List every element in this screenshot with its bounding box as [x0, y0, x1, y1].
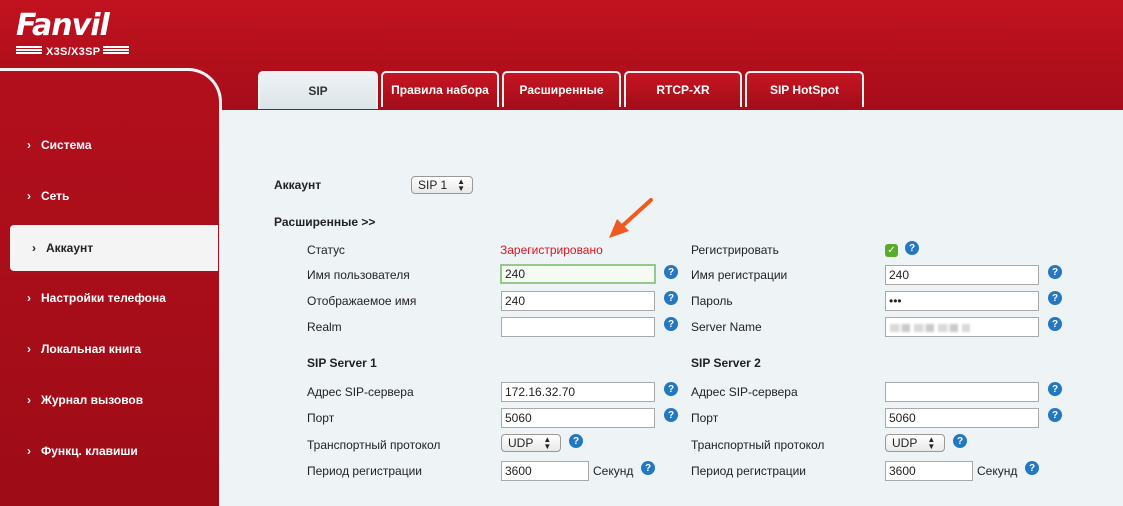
sidebar-item-call-log[interactable]: › Журнал вызовов: [27, 393, 143, 407]
chevron-right-icon: ›: [27, 342, 31, 356]
help-icon[interactable]: ?: [1048, 291, 1062, 305]
auth-name-label: Имя регистрации: [691, 268, 788, 282]
server2-address-input[interactable]: [885, 382, 1039, 402]
server2-period-unit: Секунд: [977, 464, 1018, 478]
tab-sip-hotspot[interactable]: SIP HotSpot: [745, 71, 864, 107]
server1-port-input[interactable]: [501, 408, 655, 428]
select-arrows-icon: ▲ ▼: [457, 177, 466, 193]
server1-period-unit: Секунд: [593, 464, 634, 478]
tab-dial-rules[interactable]: Правила набора: [381, 71, 499, 107]
sidebar-item-account[interactable]: › Аккаунт: [10, 225, 218, 271]
display-name-label: Отображаемое имя: [307, 294, 417, 308]
server1-transport-select[interactable]: UDP ▲ ▼: [501, 434, 561, 452]
display-name-input[interactable]: [501, 291, 655, 311]
main-content: Аккаунт SIP 1 ▲ ▼ Расширенные >> Статус З…: [222, 110, 1123, 506]
realm-label: Realm: [307, 320, 342, 334]
server-name-input[interactable]: [885, 317, 1039, 337]
help-icon[interactable]: ?: [1048, 265, 1062, 279]
sidebar-item-function-keys[interactable]: › Функц. клавиши: [27, 444, 138, 458]
register-checkbox[interactable]: ✓: [885, 244, 898, 257]
sidebar: › Система › Сеть › Аккаунт › Настройки т…: [0, 68, 222, 506]
help-icon[interactable]: ?: [953, 434, 967, 448]
sidebar-item-label: Журнал вызовов: [41, 393, 144, 407]
username-input[interactable]: [500, 264, 656, 284]
chevron-right-icon: ›: [27, 138, 31, 152]
transport-select-value: UDP: [508, 436, 534, 450]
blurred-value: [890, 324, 970, 332]
chevron-right-icon: ›: [27, 444, 31, 458]
sidebar-item-phonebook[interactable]: › Локальная книга: [27, 342, 141, 356]
chevron-right-icon: ›: [27, 393, 31, 407]
help-icon[interactable]: ?: [664, 291, 678, 305]
status-label: Статус: [307, 243, 345, 257]
help-icon[interactable]: ?: [664, 265, 678, 279]
help-icon[interactable]: ?: [641, 461, 655, 475]
tab-advanced[interactable]: Расширенные: [502, 71, 621, 107]
server1-address-label: Адрес SIP-сервера: [307, 385, 414, 399]
annotation-arrow-icon: [609, 198, 653, 238]
help-icon[interactable]: ?: [569, 434, 583, 448]
server-name-label: Server Name: [691, 320, 762, 334]
server1-period-input[interactable]: [501, 461, 589, 481]
brand-logo: Fanvil: [16, 8, 110, 43]
server1-address-input[interactable]: [501, 382, 655, 402]
sip-server-2-title: SIP Server 2: [691, 356, 761, 370]
server2-period-label: Период регистрации: [691, 464, 806, 478]
server2-transport-label: Транспортный протокол: [691, 438, 825, 452]
server2-port-input[interactable]: [885, 408, 1039, 428]
chevron-right-icon: ›: [32, 241, 36, 255]
account-select-value: SIP 1: [418, 178, 448, 192]
help-icon[interactable]: ?: [664, 382, 678, 396]
auth-name-input[interactable]: [885, 265, 1039, 285]
sidebar-item-phone-settings[interactable]: › Настройки телефона: [27, 291, 166, 305]
register-label: Регистрировать: [691, 243, 779, 257]
username-label: Имя пользователя: [307, 268, 410, 282]
sidebar-item-label: Функц. клавиши: [41, 444, 138, 458]
help-icon[interactable]: ?: [905, 241, 919, 255]
server2-address-label: Адрес SIP-сервера: [691, 385, 798, 399]
select-arrows-icon: ▲ ▼: [543, 435, 552, 451]
help-icon[interactable]: ?: [1025, 461, 1039, 475]
server1-transport-label: Транспортный протокол: [307, 438, 441, 452]
chevron-right-icon: ›: [27, 189, 31, 203]
server1-period-label: Период регистрации: [307, 464, 422, 478]
server1-port-label: Порт: [307, 411, 335, 425]
sip-server-1-title: SIP Server 1: [307, 356, 377, 370]
sidebar-item-system[interactable]: › Система: [27, 138, 92, 152]
realm-input[interactable]: [501, 317, 655, 337]
account-select[interactable]: SIP 1 ▲ ▼: [411, 176, 473, 194]
tab-bar: SIP Правила набора Расширенные RTCP-XR S…: [258, 71, 864, 109]
logo-stripe: [103, 46, 129, 55]
server2-period-input[interactable]: [885, 461, 973, 481]
logo-stripe: [16, 46, 42, 55]
help-icon[interactable]: ?: [664, 317, 678, 331]
sidebar-item-label: Аккаунт: [46, 241, 94, 255]
sidebar-item-label: Система: [41, 138, 92, 152]
sidebar-item-label: Настройки телефона: [41, 291, 166, 305]
sidebar-item-label: Локальная книга: [41, 342, 141, 356]
sidebar-item-network[interactable]: › Сеть: [27, 189, 69, 203]
server2-transport-select[interactable]: UDP ▲ ▼: [885, 434, 945, 452]
advanced-link[interactable]: Расширенные >>: [274, 215, 375, 229]
help-icon[interactable]: ?: [1048, 317, 1062, 331]
chevron-right-icon: ›: [27, 291, 31, 305]
help-icon[interactable]: ?: [1048, 382, 1062, 396]
status-value: Зарегистрировано: [500, 243, 603, 257]
tab-rtcp-xr[interactable]: RTCP-XR: [624, 71, 742, 107]
sidebar-item-label: Сеть: [41, 189, 70, 203]
model-label: X3S/X3SP: [46, 46, 101, 58]
transport-select-value: UDP: [892, 436, 918, 450]
password-label: Пароль: [691, 294, 733, 308]
select-arrows-icon: ▲ ▼: [927, 435, 936, 451]
help-icon[interactable]: ?: [664, 408, 678, 422]
account-label: Аккаунт: [274, 178, 322, 192]
server2-port-label: Порт: [691, 411, 719, 425]
tab-sip[interactable]: SIP: [258, 71, 378, 109]
password-input[interactable]: [885, 291, 1039, 311]
help-icon[interactable]: ?: [1048, 408, 1062, 422]
